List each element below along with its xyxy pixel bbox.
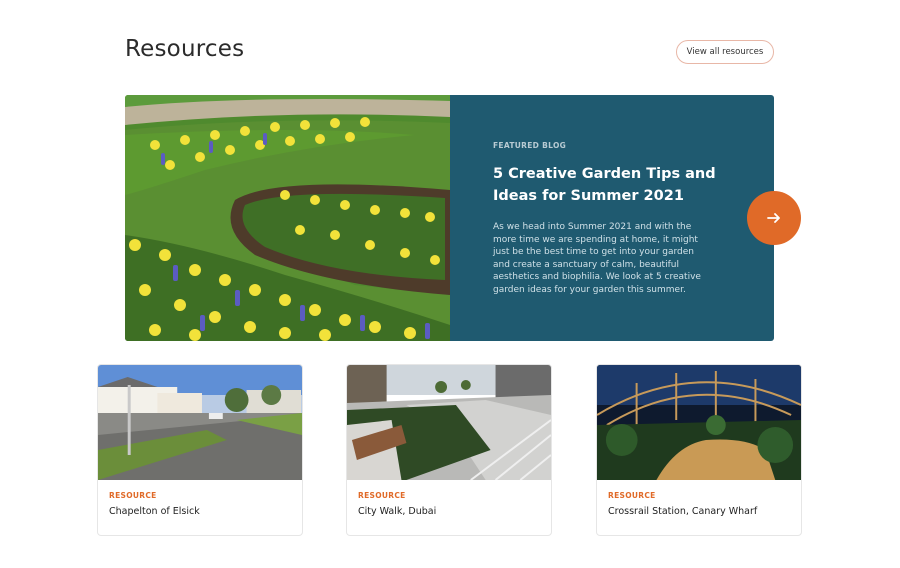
- featured-blog-panel: FEATURED BLOG 5 Creative Garden Tips and…: [450, 95, 774, 341]
- resource-card-crossrail[interactable]: RESOURCE Crossrail Station, Canary Wharf: [596, 364, 802, 536]
- resource-card-chapelton[interactable]: RESOURCE Chapelton of Elsick: [97, 364, 303, 536]
- card-title: Chapelton of Elsick: [109, 506, 200, 517]
- card-tag: RESOURCE: [358, 491, 406, 500]
- card-tag: RESOURCE: [109, 491, 157, 500]
- city-walk-image: [347, 365, 551, 480]
- featured-tag: FEATURED BLOG: [493, 141, 567, 150]
- featured-garden-image: [125, 95, 450, 341]
- resource-card-city-walk[interactable]: RESOURCE City Walk, Dubai: [346, 364, 552, 536]
- arrow-right-icon: [767, 213, 780, 223]
- featured-blog-card[interactable]: FEATURED BLOG 5 Creative Garden Tips and…: [125, 95, 774, 341]
- view-all-resources-button[interactable]: View all resources: [676, 40, 774, 64]
- featured-title[interactable]: 5 Creative Garden Tips and Ideas for Sum…: [493, 163, 723, 207]
- card-title: City Walk, Dubai: [358, 506, 437, 517]
- crossrail-image: [597, 365, 801, 480]
- page-title: Resources: [125, 36, 245, 62]
- card-tag: RESOURCE: [608, 491, 656, 500]
- featured-description: As we head into Summer 2021 and with the…: [493, 222, 701, 295]
- chapelton-image: [98, 365, 302, 480]
- featured-next-button[interactable]: [747, 191, 801, 245]
- card-title: Crossrail Station, Canary Wharf: [608, 506, 758, 517]
